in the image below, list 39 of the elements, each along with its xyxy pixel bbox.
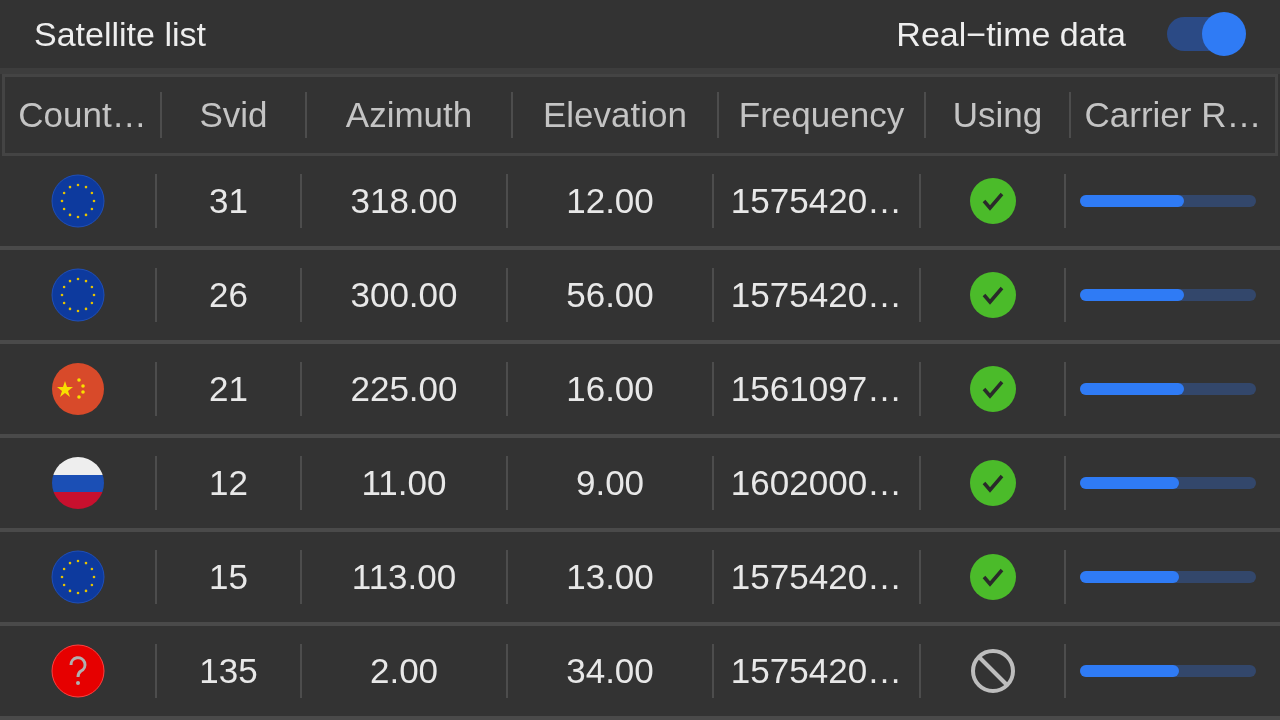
table-cell-text: 12 [209,461,248,504]
table-cell-text: 13.00 [566,555,654,598]
russia-flag-icon [50,456,105,510]
table-cell-text: 9.00 [575,461,645,504]
eu-flag-icon [50,550,105,604]
table-cell-text: 1602000… [730,461,903,504]
column-header[interactable]: Elevation [543,88,687,142]
column-header[interactable]: Count… [18,88,147,142]
screen-title: Satellite list [34,13,206,55]
column-header[interactable]: Frequency [738,88,905,142]
table-cell-text: 11.00 [361,461,447,504]
column-header[interactable]: Using [952,88,1043,142]
table-cell-text: 16.00 [566,367,654,410]
table-cell-text: 15 [209,555,248,598]
table-cell-text: 1575420… [730,179,903,222]
eu-flag-icon [50,174,105,228]
column-header[interactable]: Carrier R… [1084,88,1262,142]
china-flag-icon [50,362,105,416]
table-cell-text: 21 [209,367,248,410]
eu-flag-icon [50,268,105,322]
table-cell-text: 1561097… [730,367,903,410]
table-cell-text: 300.00 [350,273,458,316]
question-mark-icon [50,644,105,698]
table-cell-text: 1575420… [730,649,903,692]
table-cell-text: 318.00 [350,179,458,222]
column-header[interactable]: Azimuth [345,88,473,142]
table-cell-text: 113.00 [351,555,457,598]
table-cell-text: 1575420… [730,273,903,316]
table-cell-text: 225.00 [350,367,458,410]
toggle-label: Real−time data [896,13,1126,55]
table-cell-text: 26 [209,273,248,316]
table-cell-text: 56.00 [566,273,654,316]
table-cell-text: 1575420… [730,555,903,598]
table-cell-text: 12.00 [566,179,654,222]
table-cell-text: 31 [209,179,248,222]
table-cell-text: 2.00 [369,649,439,692]
table-cell-text: 135 [199,649,258,692]
table-cell-text: 34.00 [566,649,654,692]
column-header[interactable]: Svid [199,88,268,142]
